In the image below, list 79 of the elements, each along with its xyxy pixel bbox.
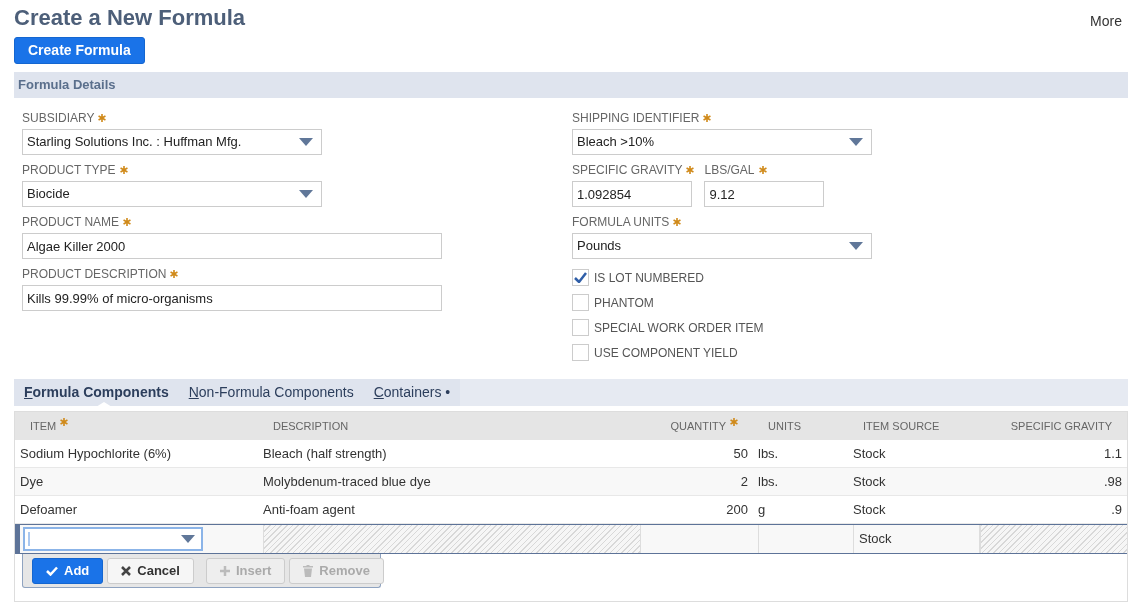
checkbox[interactable] <box>572 294 589 311</box>
checkbox-label: IS LOT NUMBERED <box>594 269 704 287</box>
field-label: SHIPPING IDENTIFIER <box>572 110 700 127</box>
select-field[interactable]: Bleach >10% <box>572 129 872 155</box>
field-label: SUBSIDIARY <box>22 110 95 127</box>
create-formula-button[interactable]: Create Formula <box>14 37 145 64</box>
required-icon <box>170 269 179 278</box>
column-label: UNITS <box>768 418 801 434</box>
table-cell-text: Stock <box>859 530 892 549</box>
required-icon <box>60 418 69 426</box>
more-link[interactable]: More <box>1090 11 1122 32</box>
table-cell-text: Sodium Hypochlorite (6%) <box>20 444 171 463</box>
section-title: Formula Details <box>18 76 116 95</box>
field-label: SPECIFIC GRAVITY <box>572 162 683 179</box>
field-label: LBS/GAL <box>704 162 755 179</box>
tab[interactable]: Formula Components <box>24 379 169 406</box>
table-cell-text: Defoamer <box>20 500 78 519</box>
plus-icon <box>219 565 230 576</box>
table-cell-text: Stock <box>853 444 886 463</box>
checkbox[interactable] <box>572 319 589 336</box>
checkbox[interactable] <box>572 269 589 286</box>
required-icon <box>119 165 128 174</box>
table-cell-text: Molybdenum-traced blue dye <box>263 472 431 491</box>
tab[interactable]: Non-Formula Components <box>188 379 354 406</box>
column-label: ITEM <box>30 418 57 434</box>
column-label: DESCRIPTION <box>273 418 349 434</box>
required-icon <box>758 165 767 174</box>
table-cell-text: lbs. <box>758 472 779 491</box>
tab[interactable]: Containers • <box>373 379 451 406</box>
table-cell-text: Stock <box>853 472 886 491</box>
table-cell-text: 200 <box>726 500 748 519</box>
required-icon <box>730 418 738 426</box>
caret-icon <box>849 242 863 250</box>
field-label: PRODUCT NAME <box>22 214 120 231</box>
table-cell-text: 2 <box>740 472 748 491</box>
cancel-button[interactable]: Cancel <box>107 557 194 584</box>
caret-icon <box>299 138 313 146</box>
check-icon <box>46 565 58 576</box>
table-cell-text: Anti-foam agent <box>263 500 355 519</box>
close-icon <box>121 565 132 576</box>
check-icon <box>574 272 587 283</box>
required-icon <box>673 217 682 226</box>
column-label: SPECIFIC GRAVITY <box>1010 418 1112 434</box>
table-cell-text: lbs. <box>758 444 779 463</box>
caret-icon <box>299 190 313 198</box>
field-label: PRODUCT DESCRIPTION <box>22 266 167 283</box>
add-button[interactable]: Add <box>32 557 104 584</box>
table-cell-text: .9 <box>1111 500 1122 519</box>
required-icon <box>123 217 132 226</box>
column-label: QUANTITY <box>670 418 726 434</box>
select-field[interactable]: Starling Solutions Inc. : Huffman Mfg. <box>22 129 322 155</box>
checkbox-label: SPECIAL WORK ORDER ITEM <box>594 319 764 337</box>
required-icon <box>703 113 712 122</box>
table-cell-text: 50 <box>733 444 748 463</box>
caret-icon <box>181 535 195 543</box>
table-cell-text: Dye <box>20 472 44 491</box>
required-icon <box>686 165 695 174</box>
text-field[interactable]: Kills 99.99% of micro-organisms <box>22 285 442 311</box>
column-label: ITEM SOURCE <box>863 418 940 434</box>
checkbox-label: PHANTOM <box>594 294 654 312</box>
item-select-field[interactable] <box>23 527 203 551</box>
select-field[interactable]: Biocide <box>22 181 322 207</box>
table-cell-text: g <box>758 500 766 519</box>
required-icon <box>98 113 107 122</box>
text-field[interactable]: Algae Killer 2000 <box>22 233 442 259</box>
table-cell-text: .98 <box>1103 472 1122 491</box>
table-cell-text: Stock <box>853 500 886 519</box>
field-label: PRODUCT TYPE <box>22 162 116 179</box>
text-field[interactable]: 1.092854 <box>572 181 692 207</box>
text-field[interactable]: 9.12 <box>704 181 825 207</box>
page-title: Create a New Formula <box>14 4 246 32</box>
table-cell-text: Bleach (half strength) <box>263 444 387 463</box>
checkbox[interactable] <box>572 344 589 361</box>
select-field[interactable]: Pounds <box>572 233 872 259</box>
caret-icon <box>849 138 863 146</box>
table-cell-text: 1.1 <box>1103 444 1122 463</box>
field-label: FORMULA UNITS <box>572 214 670 231</box>
trash-icon <box>303 564 314 577</box>
checkbox-label: USE COMPONENT YIELD <box>594 344 738 362</box>
